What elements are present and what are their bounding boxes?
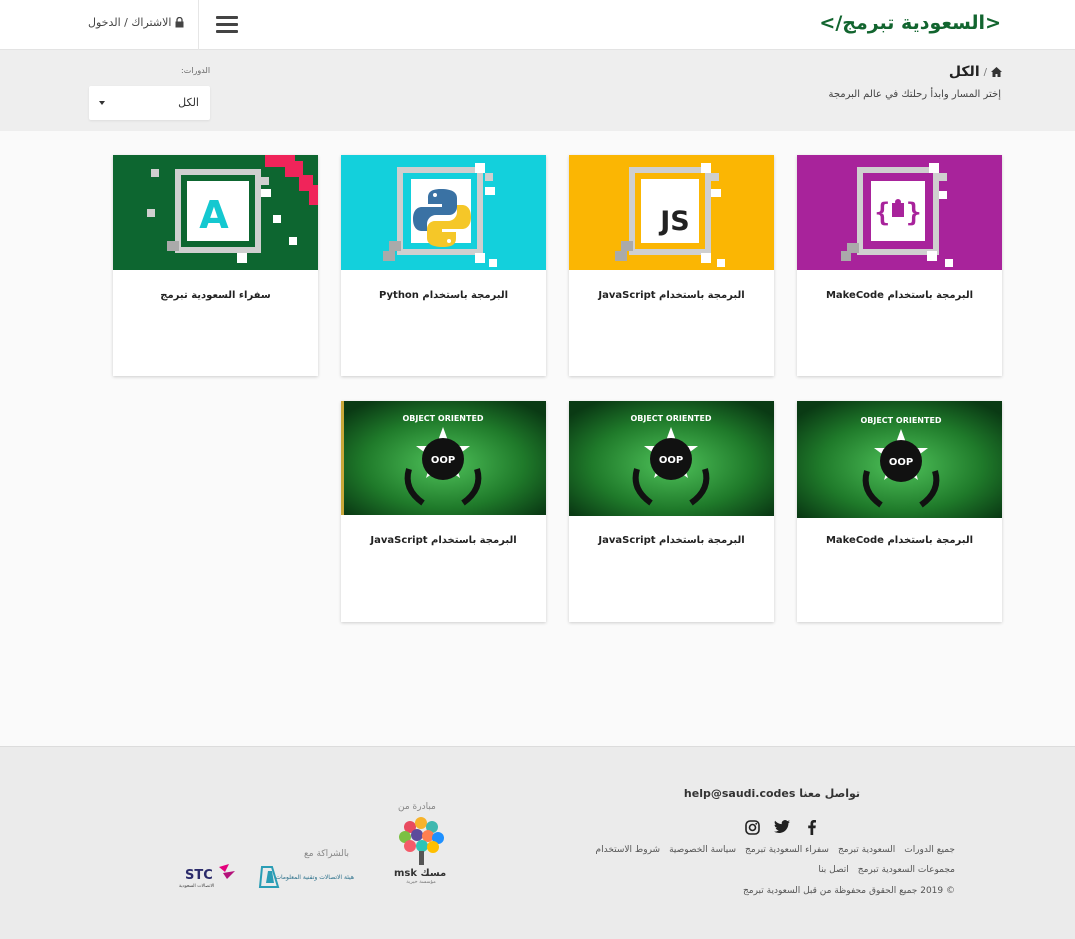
course-title: البرمجة باستخدام JavaScript [598,290,745,301]
courses-filter-label: الدورات: [181,66,211,75]
breadcrumb: / الكل [949,64,1002,80]
svg-text:الاتصالات السعودية: الاتصالات السعودية [179,884,214,889]
hamburger-icon [215,16,238,34]
site-footer: تواصل معنا help@saudi.codes جميع الدورات… [0,746,1075,939]
lock-icon [175,17,184,28]
course-card-javascript[interactable]: JS البرمجة باستخدام JavaScript [569,155,774,376]
svg-text:هيئة الاتصالات وتقنية المعلوما: هيئة الاتصالات وتقنية المعلومات [275,874,354,881]
copyright-text: © 2019 جميع الحقوق محفوظة من قبل السعودي… [742,886,955,896]
initiative-label: مبادرة من [398,802,436,812]
puzzle-braces-icon: { } [875,198,922,228]
page-banner: / الكل إختر المسار وابدأ رحلتك في عالم ا… [0,50,1075,131]
course-title: البرمجة باستخدام JavaScript [370,535,517,546]
letter-a-icon: A [199,193,229,237]
footer-link-all-courses[interactable]: جميع الدورات [904,845,955,855]
footer-link-privacy[interactable]: سياسة الخصوصية [669,845,736,855]
breadcrumb-separator: / [983,66,987,78]
home-icon[interactable] [991,67,1002,77]
footer-link-groups[interactable]: مجموعات السعودية تبرمج [858,865,955,875]
course-card-oop-javascript[interactable]: OOP OBJECT ORIENTED البرمجة باستخدام Jav… [569,401,774,622]
course-title: البرمجة باستخدام Python [379,290,508,301]
twitter-icon[interactable] [774,819,790,835]
login-label: الاشتراك / الدخول [88,16,172,29]
contact-email[interactable]: تواصل معنا help@saudi.codes [684,787,860,800]
course-title: البرمجة باستخدام MakeCode [825,535,974,546]
footer-link-ambassadors[interactable]: سفراء السعودية تبرمج [745,845,829,855]
login-link[interactable]: الاشتراك / الدخول [88,16,184,29]
site-logo[interactable]: </السعودية تبرمج> [819,12,1001,34]
footer-links-row2: مجموعات السعودية تبرمج اتصل بنا [818,865,955,875]
svg-text:OBJECT ORIENTED: OBJECT ORIENTED [402,414,483,423]
course-card-makecode[interactable]: { } البرمجة باستخدام MakeCode [797,155,1002,376]
footer-link-contact[interactable]: اتصل بنا [818,865,848,875]
svg-text:OOP: OOP [431,455,455,466]
course-thumbnail: { } [797,155,1002,270]
course-thumbnail: JS [569,155,774,270]
course-title: سفراء السعودية تبرمج [160,290,271,301]
footer-links-row1: جميع الدورات السعودية تبرمج سفراء السعود… [596,845,955,855]
stc-logo[interactable]: STC الاتصالات السعودية [175,863,240,889]
course-thumbnail: OOP OBJECT ORIENTED [341,401,546,515]
citc-logo[interactable]: هيئة الاتصالات وتقنية المعلومات [258,863,358,889]
courses-filter-value: الكل [178,96,199,109]
page-title: الكل [948,64,980,80]
footer-link-terms[interactable]: شروط الاستخدام [596,845,661,855]
course-thumbnail: A [113,155,318,270]
course-title: البرمجة باستخدام JavaScript [598,535,745,546]
courses-filter-select[interactable]: الكل [89,86,210,120]
footer-link-saudi-codes[interactable]: السعودية تبرمج [838,845,895,855]
social-links [744,819,820,835]
facebook-icon[interactable] [804,819,820,835]
svg-text:STC: STC [185,868,213,883]
svg-text:OOP: OOP [889,457,913,468]
misk-logo[interactable]: msk مسك مؤسسة خيرية [390,815,452,885]
course-card-python[interactable]: البرمجة باستخدام Python [341,155,546,376]
page-subtitle: إختر المسار وابدأ رحلتك في عالم البرمجة [828,89,1001,100]
partner-label: بالشراكة مع [304,849,350,859]
caret-down-icon [99,101,105,105]
course-thumbnail: OOP OBJECT ORIENTED [797,401,1002,518]
js-icon: JS [658,206,690,237]
svg-text:OOP: OOP [659,455,683,466]
svg-text:OBJECT ORIENTED: OBJECT ORIENTED [630,414,711,423]
menu-button[interactable] [198,0,254,50]
svg-text:OBJECT ORIENTED: OBJECT ORIENTED [860,416,941,425]
course-card-oop-makecode[interactable]: OOP OBJECT ORIENTED البرمجة باستخدام Mak… [797,401,1002,622]
course-thumbnail [341,155,546,270]
course-thumbnail: OOP OBJECT ORIENTED [569,401,774,516]
course-title: البرمجة باستخدام MakeCode [825,290,974,301]
svg-text:msk مسك: msk مسك [394,868,446,879]
course-card-ambassadors[interactable]: A سفراء السعودية تبرمج [113,155,318,376]
svg-text:مؤسسة خيرية: مؤسسة خيرية [406,879,436,885]
course-card-oop-javascript-2[interactable]: OOP OBJECT ORIENTED البرمجة باستخدام Jav… [341,401,546,622]
top-header: </السعودية تبرمج> الاشتراك / الدخول [0,0,1075,50]
instagram-icon[interactable] [744,819,760,835]
